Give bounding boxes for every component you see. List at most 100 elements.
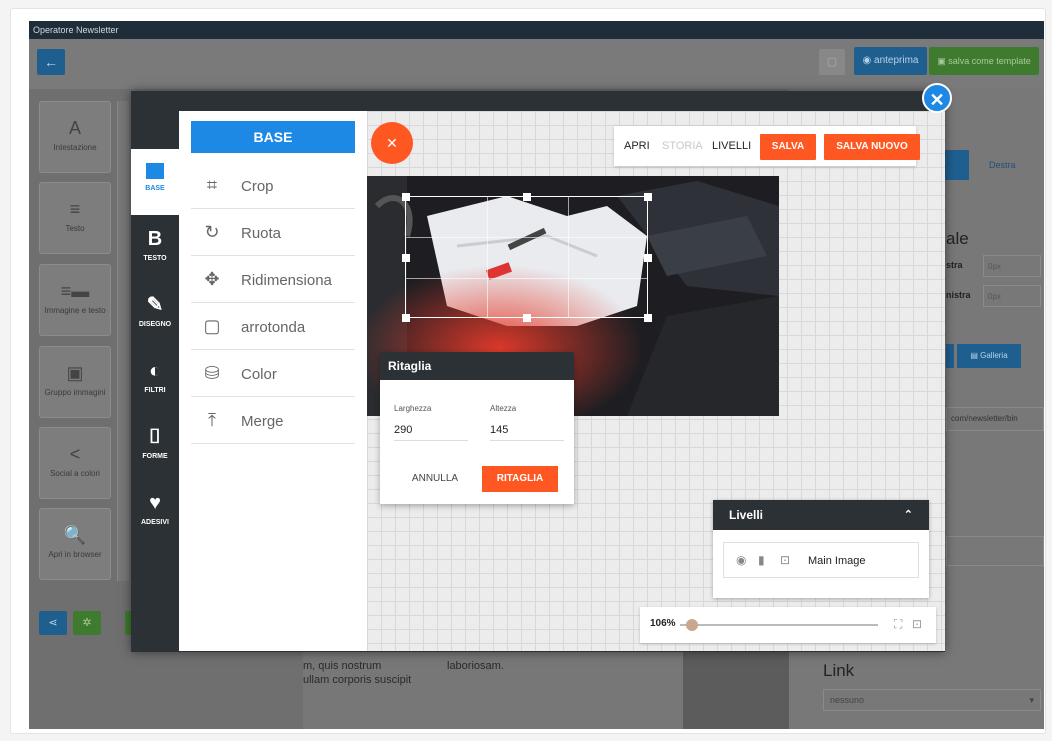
align-right-tab[interactable]: Destra [989,160,1016,170]
tool-color[interactable]: ⛁ Color [191,351,355,397]
link-select[interactable]: nessuno ▾ [823,689,1041,711]
lock-icon[interactable]: ⊡ [780,553,790,567]
round-corner-icon: ▢ [203,316,221,336]
nav-adesivi[interactable]: ♥ ADESIVI [131,479,179,545]
tool-arrotonda[interactable]: ▢ arrotonda [191,304,355,350]
crop-handle[interactable] [402,254,410,262]
menu-storia[interactable]: STORIA [662,126,703,166]
editor-top-menu: APRI STORIA LIVELLI SALVA SALVA NUOVO [614,126,920,166]
tool-merge[interactable]: ⤒ Merge [191,398,355,444]
tool-ruota[interactable]: ↻ Ruota [191,210,355,256]
crop-dialog: Ritaglia Larghezza Altezza 290 145 ANNUL… [380,352,574,504]
block-label: Intestazione [53,143,97,152]
margin-right-input[interactable]: 0px [983,255,1041,277]
save-icon: ▣ [937,56,949,66]
crop-handle[interactable] [644,193,652,201]
crop-handle[interactable] [644,254,652,262]
nav-base[interactable]: BASE [131,149,179,215]
editor-category-nav: BASE B TESTO ✎ DISEGNO ◐ FILTRI ⌷ FORME … [131,111,179,651]
gallery-button[interactable]: ▤ Galleria [957,344,1021,368]
margin-left-input[interactable]: 0px [983,285,1041,307]
layer-name: Main Image [808,555,866,567]
cancel-crop-button[interactable]: ANNULLA [400,466,470,492]
nav-label: BASE [145,185,165,192]
nav-testo[interactable]: B TESTO [131,215,179,281]
save-button[interactable]: SALVA [760,134,816,160]
heading-icon: A [68,118,81,138]
app-toolbar: ← ▢ ◉ anteprima ▣ salva come template [29,39,1044,89]
crop-handle[interactable] [644,314,652,322]
file-icon: ▤ [970,351,981,360]
panel-title: BASE [191,121,355,153]
settings-button[interactable]: ✲ [73,611,101,635]
margin-right-label: stra [946,260,963,270]
nav-label: FORME [142,453,168,460]
actual-size-icon[interactable]: ⊡ [912,617,922,631]
save-template-button[interactable]: ▣ salva come template [929,47,1039,75]
layer-row[interactable]: ◉ ▮ ⊡ Main Image [723,542,919,578]
app-window: Operatore Newsletter ← ▢ ◉ anteprima ▣ s… [29,21,1044,729]
margin-left-label: nistra [946,290,971,300]
empty-input[interactable] [946,536,1044,566]
nav-label: ADESIVI [140,519,169,526]
tool-label: Ruota [241,225,282,242]
tools-panel: BASE ⌗ Crop ↻ Ruota ✥ Ridimensiona ▢ arr… [179,111,367,651]
chevron-up-icon[interactable]: ⌃ [904,500,913,530]
trash-icon[interactable]: ▮ [758,553,765,567]
crop-handle[interactable] [402,193,410,201]
block-label: Social a colori [50,469,100,478]
nav-disegno[interactable]: ✎ DISEGNO [131,281,179,347]
block-tile-testo[interactable]: ≡ Testo [39,182,111,254]
image-url-input[interactable]: com/newsletter/bin [946,407,1044,431]
tool-crop[interactable]: ⌗ Crop [191,163,355,209]
layers-header[interactable]: Livelli ⌃ [713,500,929,530]
nav-forme[interactable]: ⌷ FORME [131,413,179,479]
zoom-slider-thumb[interactable] [685,619,698,631]
zoom-slider-track[interactable] [680,624,878,626]
disabled-action-button[interactable]: ▢ [819,49,845,75]
menu-livelli[interactable]: LIVELLI [712,126,751,166]
close-editor-button[interactable]: ✕ [922,83,952,113]
heart-icon: ♥ [149,492,161,514]
crop-selection[interactable] [402,193,652,322]
text-icon: ≡ [69,199,81,219]
crop-handle[interactable] [402,314,410,322]
close-icon: ✕ [929,90,945,110]
menu-apri[interactable]: APRI [624,126,650,166]
crop-grid-line [568,197,569,317]
close-panel-button[interactable]: ✕ [371,122,413,164]
preview-button[interactable]: ◉ anteprima [854,47,927,75]
link-select-value: nessuno [830,695,865,705]
merge-icon: ⤒ [208,410,216,430]
apply-crop-button[interactable]: RITAGLIA [482,466,558,492]
share-button[interactable]: ⋖ [39,611,67,635]
rotate-icon: ↻ [204,222,220,242]
preview-button-label: anteprima [874,55,919,66]
crop-handle[interactable] [523,314,531,322]
nav-label: TESTO [143,255,167,262]
width-input[interactable]: 290 [394,424,468,441]
crop-handle[interactable] [523,193,531,201]
content-preview: m, quis nostrum ullam corporis suscipit … [303,651,683,729]
crop-dialog-title: Ritaglia [380,352,574,380]
block-tile-intestazione[interactable]: A Intestazione [39,101,111,173]
eye-icon[interactable]: ◉ [736,553,746,567]
block-tile-gruppo-immagini[interactable]: ▣ Gruppo immagini [39,346,111,418]
tool-ridimensiona[interactable]: ✥ Ridimensiona [191,257,355,303]
layers-panel: Livelli ⌃ ◉ ▮ ⊡ Main Image [713,500,929,598]
nav-filtri[interactable]: ◐ FILTRI [131,347,179,413]
back-button[interactable]: ← [37,49,65,75]
upload-button[interactable] [946,344,954,368]
height-label: Altezza [490,404,517,413]
width-label: Larghezza [394,404,432,413]
fit-screen-icon[interactable]: ⛶ [894,617,902,632]
block-tile-immagine-testo[interactable]: ≡▬ Immagine e testo [39,264,111,336]
save-new-button[interactable]: SALVA NUOVO [824,134,920,160]
block-tile-apri-browser[interactable]: 🔍 Apri in browser [39,508,111,580]
arrow-left-icon: ← [44,54,58,70]
block-label: Testo [65,224,85,233]
height-input[interactable]: 145 [490,424,564,441]
block-tile-social[interactable]: < Social a colori [39,427,111,499]
gallery-icon: ▣ [66,363,84,383]
crop-grid-line [406,237,647,238]
